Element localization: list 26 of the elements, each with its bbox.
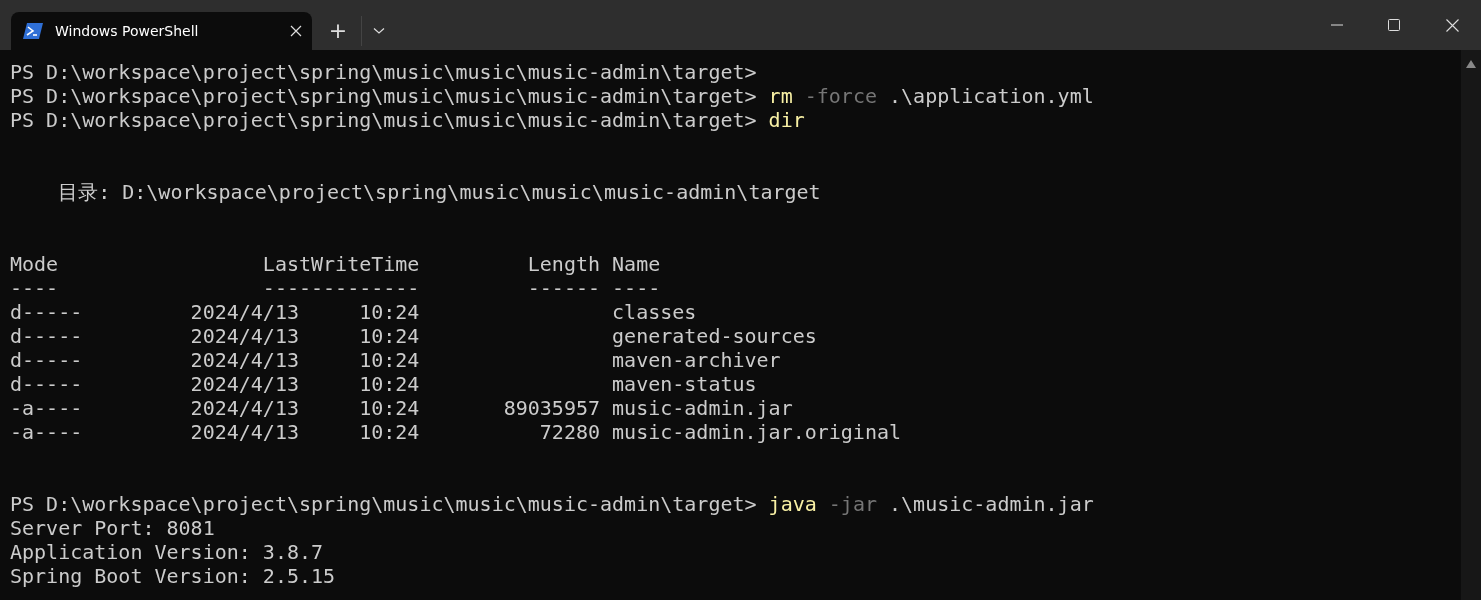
- scroll-up-icon[interactable]: [1466, 60, 1476, 68]
- terminal-line: PS D:\workspace\project\spring\music\music\music-admin\target> java -jar .\music-admin.jar: [10, 492, 1094, 516]
- terminal-line: Mode LastWriteTime Length Name: [10, 252, 661, 276]
- terminal-line: PS D:\workspace\project\spring\music\music\music-admin\target>: [10, 60, 757, 84]
- terminal-line: d----- 2024/4/13 10:24 maven-status: [10, 372, 757, 396]
- powershell-icon: [23, 23, 43, 39]
- terminal-line: 目录: D:\workspace\project\spring\music\music\music-admin\target: [57, 180, 821, 204]
- new-tab-button[interactable]: +: [326, 19, 350, 43]
- terminal-line: PS D:\workspace\project\spring\music\music\music-admin\target> dir: [10, 108, 805, 132]
- terminal-line: PS D:\workspace\project\spring\music\music\music-admin\target> rm -force .\application.yml: [10, 84, 1094, 108]
- tab[interactable]: Windows PowerShell: [11, 12, 312, 50]
- terminal-line: ---- ------------- ------ ----: [10, 276, 661, 300]
- terminal-line: d----- 2024/4/13 10:24 maven-archiver: [10, 348, 781, 372]
- terminal-line: -a---- 2024/4/13 10:24 72280 music-admin.jar.original: [10, 420, 902, 444]
- terminal-line: Spring Boot Version: 2.5.15: [10, 564, 336, 588]
- scrollbar[interactable]: [1461, 50, 1481, 600]
- terminal-line: d----- 2024/4/13 10:24 generated-sources: [10, 324, 817, 348]
- terminal-line: Application Version: 3.8.7: [10, 540, 324, 564]
- chevron-down-icon[interactable]: [373, 27, 385, 35]
- terminal-line: -a---- 2024/4/13 10:24 89035957 music-admin.jar: [10, 396, 793, 420]
- terminal-line: Server Port: 8081: [10, 516, 215, 540]
- terminal-line: d----- 2024/4/13 10:24 classes: [10, 300, 697, 324]
- close-icon[interactable]: [1446, 18, 1459, 32]
- tab-title: Windows PowerShell: [55, 21, 200, 41]
- maximize-icon[interactable]: [1388, 19, 1400, 31]
- close-icon[interactable]: [290, 25, 302, 37]
